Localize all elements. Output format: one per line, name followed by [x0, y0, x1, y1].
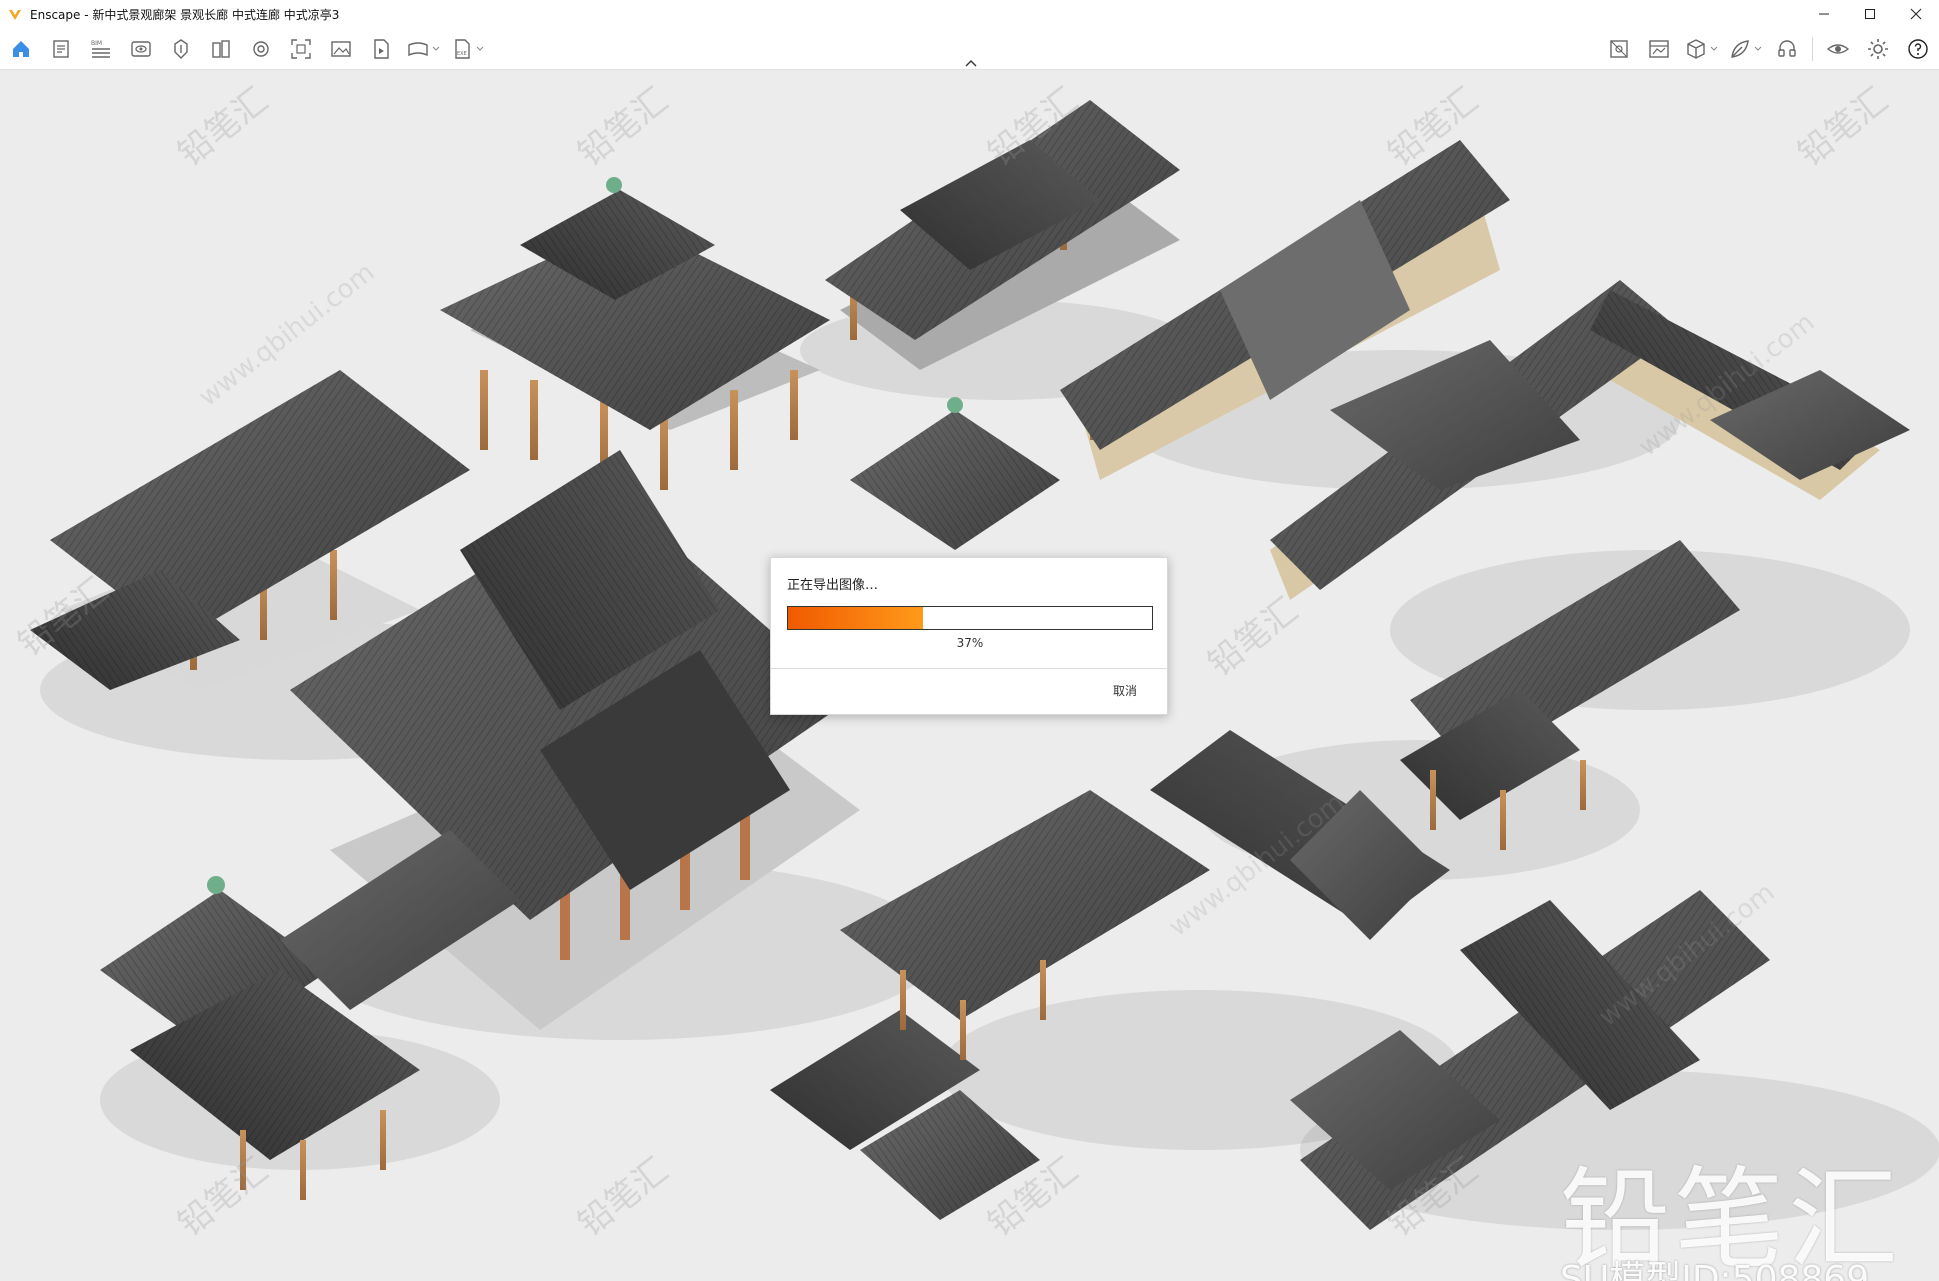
exe-export-icon: EXE: [455, 39, 470, 59]
dialog-divider: [771, 668, 1167, 669]
image-icon: [1610, 40, 1628, 58]
leaf-icon: [1731, 40, 1749, 58]
material-icon: [212, 40, 230, 58]
maximize-button[interactable]: [1847, 0, 1893, 28]
home-icon: [13, 41, 29, 57]
asset-library-button[interactable]: [166, 33, 196, 65]
pavilion-top-left: [440, 177, 830, 490]
live-view-button[interactable]: [1823, 33, 1853, 65]
progress-bar: [787, 606, 1153, 630]
cancel-button[interactable]: 取消: [1113, 682, 1137, 699]
window-controls: [1801, 0, 1939, 28]
image-gallery-button[interactable]: [1604, 33, 1634, 65]
asset-library-icon: [174, 39, 188, 59]
panorama-gallery-button[interactable]: [1644, 33, 1674, 65]
chevron-up-icon: [965, 60, 977, 67]
panorama-gallery-icon: [1649, 40, 1669, 58]
svg-text:BIM: BIM: [91, 40, 102, 47]
eye-icon: [1826, 44, 1850, 54]
maximize-icon: [1865, 9, 1875, 19]
exe-export-button[interactable]: EXE: [450, 33, 484, 65]
headset-icon: [1778, 40, 1796, 57]
material-button[interactable]: [206, 33, 236, 65]
minimize-icon: [1819, 13, 1829, 15]
title-bar: Enscape - 新中式景观廊架 景观长廊 中式连廊 中式凉亭3: [0, 0, 1939, 28]
screenshot-button[interactable]: [286, 33, 316, 65]
view-icon: [131, 41, 151, 57]
minimize-button[interactable]: [1801, 0, 1847, 28]
close-icon: [1910, 8, 1922, 20]
bim-button[interactable]: BIM: [86, 33, 116, 65]
visual-settings-button[interactable]: [246, 33, 276, 65]
progress-fill: [788, 607, 923, 629]
chevron-down-icon: [476, 46, 484, 51]
svg-text:EXE: EXE: [457, 51, 467, 57]
vr-headset-button[interactable]: [1772, 33, 1802, 65]
home-button[interactable]: [6, 33, 36, 65]
image-export-button[interactable]: [326, 33, 356, 65]
enscape-logo-icon: [9, 10, 21, 20]
chevron-down-icon: [1710, 46, 1718, 51]
close-button[interactable]: [1893, 0, 1939, 28]
help-button[interactable]: [1903, 33, 1933, 65]
window-title: Enscape - 新中式景观廊架 景观长廊 中式连廊 中式凉亭3: [30, 7, 340, 22]
cube-icon: [1687, 39, 1705, 59]
collapse-toolbar-button[interactable]: [961, 56, 981, 70]
model-id-text: SU模型ID:508869: [1560, 1259, 1870, 1281]
bim-icon: BIM: [91, 40, 110, 58]
toolbar-left-group: BIM EXE: [6, 28, 484, 70]
panorama-icon: [408, 42, 428, 57]
object-view-button[interactable]: [1684, 33, 1718, 65]
chevron-down-icon: [432, 46, 440, 51]
toolbar-separator: [1812, 37, 1813, 61]
dialog-title: 正在导出图像…: [787, 578, 879, 593]
general-settings-button[interactable]: [1863, 33, 1893, 65]
settings-icon: [253, 41, 269, 57]
notes-icon: [53, 40, 69, 58]
toolbar-right-group: [1604, 28, 1933, 70]
video-export-button[interactable]: [366, 33, 396, 65]
screenshot-icon: [291, 39, 311, 59]
view-button[interactable]: [126, 33, 156, 65]
chevron-down-icon: [1754, 46, 1762, 51]
pagoda-center: [850, 397, 1060, 550]
export-progress-dialog: 正在导出图像… 37% 取消: [770, 557, 1168, 715]
notes-button[interactable]: [46, 33, 76, 65]
progress-percent: 37%: [956, 636, 984, 650]
panorama-button[interactable]: [406, 33, 440, 65]
vegetation-button[interactable]: [1728, 33, 1762, 65]
video-export-icon: [374, 39, 389, 59]
image-export-icon: [331, 41, 351, 57]
gear-icon: [1868, 39, 1888, 59]
help-icon: [1908, 39, 1928, 59]
